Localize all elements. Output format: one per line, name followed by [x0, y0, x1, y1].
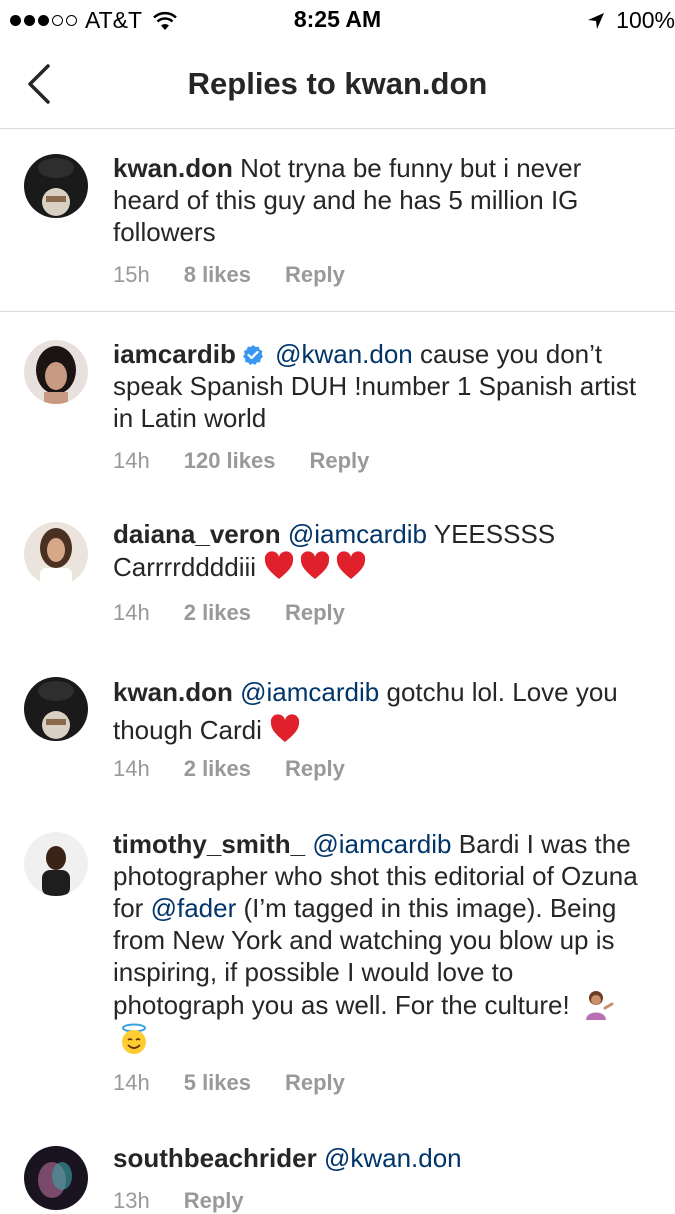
reply-button[interactable]: Reply [184, 1188, 244, 1214]
red-heart-emoji-icon [337, 551, 366, 579]
mention-link[interactable]: @iamcardib [288, 519, 427, 549]
comment-body: daiana_veron @iamcardib YEESSSS Carrrrdd… [113, 518, 647, 583]
comment-body: kwan.don Not tryna be funny but i never … [113, 152, 647, 248]
battery-percent: 100% [616, 7, 675, 33]
page-title: Replies to kwan.don [187, 66, 488, 101]
navigation-bar: Replies to kwan.don [0, 40, 675, 129]
avatar[interactable] [24, 522, 88, 586]
verified-badge-icon [242, 345, 263, 365]
location-arrow-icon [588, 12, 605, 29]
likes-count[interactable]: 8 likes [184, 262, 251, 288]
red-heart-emoji-icon [270, 714, 300, 742]
comment-body: iamcardib @kwan.don cause you don’t spea… [113, 338, 647, 434]
comment-username[interactable]: kwan.don [113, 677, 233, 707]
likes-count[interactable]: 120 likes [184, 448, 276, 474]
reply-button[interactable]: Reply [285, 262, 345, 288]
mention-link[interactable]: @fader [151, 893, 237, 923]
likes-count[interactable]: 5 likes [184, 1070, 251, 1096]
comment-timestamp: 14h [113, 1070, 150, 1095]
comment-meta: 13h Reply [113, 1188, 278, 1214]
clock: 8:25 AM [293, 6, 382, 32]
smiling-face-with-halo-emoji-icon [122, 1023, 146, 1054]
reply-button[interactable]: Reply [285, 1070, 345, 1096]
comment-body: timothy_smith_ @iamcardib Bardi I was th… [113, 828, 647, 1056]
comment-meta: 14h 2 likes Reply [113, 600, 379, 626]
divider [0, 311, 675, 312]
mention-link[interactable]: @kwan.don [275, 339, 413, 369]
avatar[interactable] [24, 1146, 88, 1210]
comment-username[interactable]: timothy_smith_ [113, 829, 305, 859]
likes-count[interactable]: 2 likes [184, 756, 251, 782]
status-bar: AT&T 8:25 AM 100% [0, 0, 675, 40]
avatar[interactable] [24, 340, 88, 404]
comment-body: kwan.don @iamcardib gotchu lol. Love you… [113, 673, 647, 749]
comment-body: southbeachrider @kwan.don [113, 1142, 647, 1174]
comment-meta: 15h 8 likes Reply [113, 262, 379, 288]
comment-timestamp: 13h [113, 1188, 150, 1213]
red-heart-emoji-icon [265, 551, 294, 579]
likes-count[interactable]: 2 likes [184, 600, 251, 626]
comment-timestamp: 14h [113, 600, 150, 625]
comment-timestamp: 14h [113, 448, 150, 473]
comment-username[interactable]: southbeachrider [113, 1143, 317, 1173]
comment-timestamp: 15h [113, 262, 150, 287]
comment-username[interactable]: kwan.don [113, 153, 233, 183]
reply-button[interactable]: Reply [309, 448, 369, 474]
avatar[interactable] [24, 154, 88, 218]
comment-username[interactable]: daiana_veron [113, 519, 281, 549]
battery-info: 100% [586, 7, 675, 34]
reply-button[interactable]: Reply [285, 600, 345, 626]
comment-username[interactable]: iamcardib [113, 339, 236, 369]
reply-button[interactable]: Reply [285, 756, 345, 782]
comment-meta: 14h 2 likes Reply [113, 756, 379, 782]
comment-meta: 14h 120 likes Reply [113, 448, 403, 474]
mention-link[interactable]: @iamcardib [240, 677, 379, 707]
red-heart-emoji-icon [301, 551, 330, 579]
comment-meta: 14h 5 likes Reply [113, 1070, 379, 1096]
avatar[interactable] [24, 677, 88, 741]
mention-link[interactable]: @kwan.don [324, 1143, 462, 1173]
woman-tipping-hand-emoji-icon [585, 991, 614, 1020]
mention-link[interactable]: @iamcardib [312, 829, 451, 859]
avatar[interactable] [24, 832, 88, 896]
comment-timestamp: 14h [113, 756, 150, 781]
